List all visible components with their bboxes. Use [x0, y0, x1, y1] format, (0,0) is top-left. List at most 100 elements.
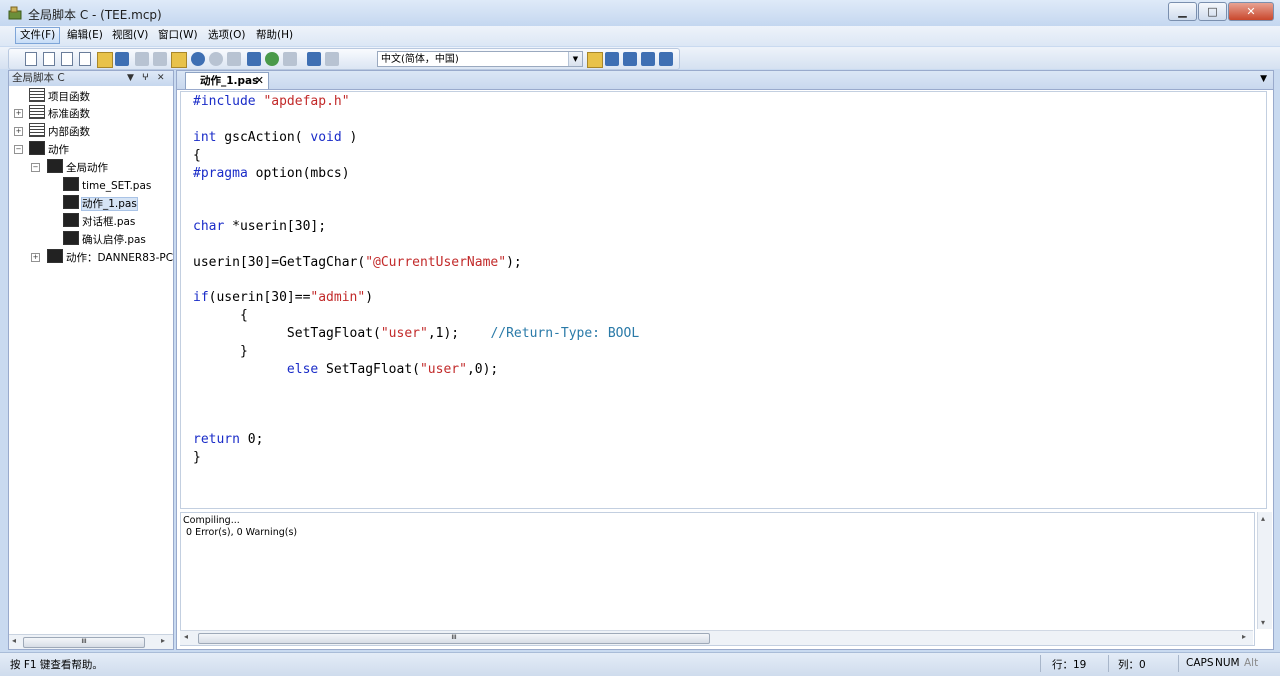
code-line: SetTagFloat("user",1); //Return-Type: BO…	[193, 326, 640, 341]
export-icon[interactable]	[641, 52, 655, 66]
app-icon	[8, 6, 22, 20]
editor-area: 动作_1.pas ✕ ▼ #include "apdefap.h" int gs…	[176, 70, 1274, 650]
scroll-right-icon[interactable]: ▸	[161, 636, 165, 645]
script-file-icon	[63, 195, 79, 209]
tab-close-icon[interactable]: ✕	[255, 73, 264, 89]
folder-icon[interactable]	[587, 52, 603, 68]
pin-icon[interactable]: ⵖ	[142, 71, 149, 86]
import-icon[interactable]	[623, 52, 637, 66]
status-separator	[1040, 655, 1041, 672]
toolbar: 中文(简体，中国) ▼	[0, 47, 1280, 70]
context-help-icon[interactable]	[247, 52, 261, 66]
tree-item-standard-functions[interactable]: 标准函数	[29, 105, 90, 121]
output-vertical-scrollbar[interactable]: ▴ ▾	[1257, 512, 1272, 629]
print-icon[interactable]	[227, 52, 241, 66]
redo-icon[interactable]	[209, 52, 223, 66]
function-icon	[29, 88, 45, 102]
text-icon[interactable]	[605, 52, 619, 66]
font-color-icon[interactable]	[283, 52, 297, 66]
tab-list-icon[interactable]: ▼	[1260, 74, 1267, 84]
status-alt: Alt	[1244, 657, 1259, 669]
scroll-thumb[interactable]: III	[198, 633, 710, 644]
code-line: {	[193, 148, 201, 163]
minimize-button[interactable]: ▁	[1168, 2, 1197, 21]
tree-item-project-functions[interactable]: 项目函数	[29, 88, 90, 104]
scroll-right-icon[interactable]: ▸	[1242, 632, 1246, 641]
status-help-text: 按 F1 键查看帮助。	[10, 659, 103, 671]
menu-window[interactable]: 窗口(W)	[154, 28, 202, 43]
panel-dropdown-icon[interactable]: ▼	[127, 71, 134, 86]
code-line: }	[193, 450, 201, 465]
copy-icon[interactable]	[153, 52, 167, 66]
maximize-button[interactable]: □	[1198, 2, 1227, 21]
panel-header: 全局脚本 C ▼ ⵖ ✕	[9, 71, 173, 86]
grid-icon[interactable]	[325, 52, 339, 66]
save-icon[interactable]	[115, 52, 129, 66]
language-select[interactable]: 中文(简体，中国) ▼	[377, 51, 583, 67]
expand-icon[interactable]: +	[14, 109, 23, 118]
menu-file[interactable]: 文件(F)	[15, 27, 61, 44]
script-file-icon	[63, 177, 79, 191]
panel-horizontal-scrollbar[interactable]: ◂ III ▸	[9, 634, 173, 649]
code-line: {	[193, 308, 248, 323]
tree-item-confirm-start-stop[interactable]: 确认启停.pas	[63, 231, 146, 247]
scroll-up-icon[interactable]: ▴	[1261, 514, 1265, 523]
title-bar: 全局脚本 C - (TEE.mcp) ▁ □ ✕	[0, 0, 1280, 27]
collapse-icon[interactable]: −	[31, 163, 40, 172]
tree-item-action-1[interactable]: 动作_1.pas	[63, 195, 138, 211]
project-tree-panel: 全局脚本 C ▼ ⵖ ✕ 项目函数 + 标准函数 + 内部函数 − 动作 − 全…	[8, 70, 174, 650]
new-document-icon[interactable]	[43, 52, 55, 66]
window-title: 全局脚本 C - (TEE.mcp)	[28, 8, 162, 22]
info-icon[interactable]	[659, 52, 673, 66]
action-icon	[29, 141, 45, 155]
panel-close-icon[interactable]: ✕	[157, 71, 165, 86]
menu-edit[interactable]: 编辑(E)	[63, 28, 107, 43]
expand-icon[interactable]: +	[31, 253, 40, 262]
compile-icon[interactable]	[265, 52, 279, 66]
tree-item-actions[interactable]: 动作	[29, 141, 69, 157]
collapse-icon[interactable]: −	[14, 145, 23, 154]
code-line: }	[193, 344, 248, 359]
tree-item-pc-actions[interactable]: 动作：DANNER83-PC	[47, 249, 173, 265]
toolbar-strip: 中文(简体，中国) ▼	[8, 48, 680, 70]
output-line: 0 Error(s), 0 Warning(s)	[186, 527, 298, 538]
close-icon: ✕	[1246, 5, 1256, 18]
scroll-left-icon[interactable]: ◂	[184, 632, 188, 641]
code-line: userin[30]=GetTagChar("@CurrentUserName"…	[193, 255, 522, 270]
cut-icon[interactable]	[135, 52, 149, 66]
properties-icon[interactable]	[79, 52, 91, 66]
tab-label: 动作_1.pas	[200, 75, 259, 87]
code-line: if(userin[30]=="admin")	[193, 290, 374, 305]
tree-item-dialog[interactable]: 对话框.pas	[63, 213, 135, 229]
tree-item-global-actions[interactable]: 全局动作	[47, 159, 108, 175]
copy-document-icon[interactable]	[61, 52, 73, 66]
code-line: #include "apdefap.h"	[193, 94, 350, 109]
undo-icon[interactable]	[191, 52, 205, 66]
menu-help[interactable]: 帮助(H)	[252, 28, 297, 43]
script-file-icon	[63, 213, 79, 227]
code-line: int gscAction( void )	[193, 130, 358, 145]
status-row: 行：19	[1052, 659, 1087, 671]
code-line: return 0;	[193, 432, 264, 447]
script-file-icon	[63, 231, 79, 245]
menu-options[interactable]: 选项(O)	[204, 28, 249, 43]
minimize-icon: ▁	[1178, 5, 1187, 18]
code-editor[interactable]: #include "apdefap.h" int gscAction( void…	[180, 91, 1267, 509]
output-horizontal-scrollbar[interactable]: ◂ III ▸	[180, 630, 1253, 645]
expand-icon[interactable]: +	[14, 127, 23, 136]
scroll-left-icon[interactable]: ◂	[12, 636, 16, 645]
close-button[interactable]: ✕	[1228, 2, 1274, 21]
tab-action-1[interactable]: 动作_1.pas ✕	[185, 72, 269, 89]
status-num: NUM	[1215, 657, 1240, 669]
new-file-icon[interactable]	[25, 52, 37, 66]
tree-item-internal-functions[interactable]: 内部函数	[29, 123, 90, 139]
paste-icon[interactable]	[171, 52, 187, 68]
tree-item-time-set[interactable]: time_SET.pas	[63, 177, 151, 193]
open-folder-icon[interactable]	[97, 52, 113, 68]
scroll-thumb[interactable]: III	[23, 637, 145, 648]
menu-view[interactable]: 视图(V)	[108, 28, 152, 43]
scroll-down-icon[interactable]: ▾	[1261, 618, 1265, 627]
status-caps: CAPS	[1186, 657, 1214, 669]
trigger-clock-icon[interactable]	[307, 52, 321, 66]
action-icon	[47, 249, 63, 263]
